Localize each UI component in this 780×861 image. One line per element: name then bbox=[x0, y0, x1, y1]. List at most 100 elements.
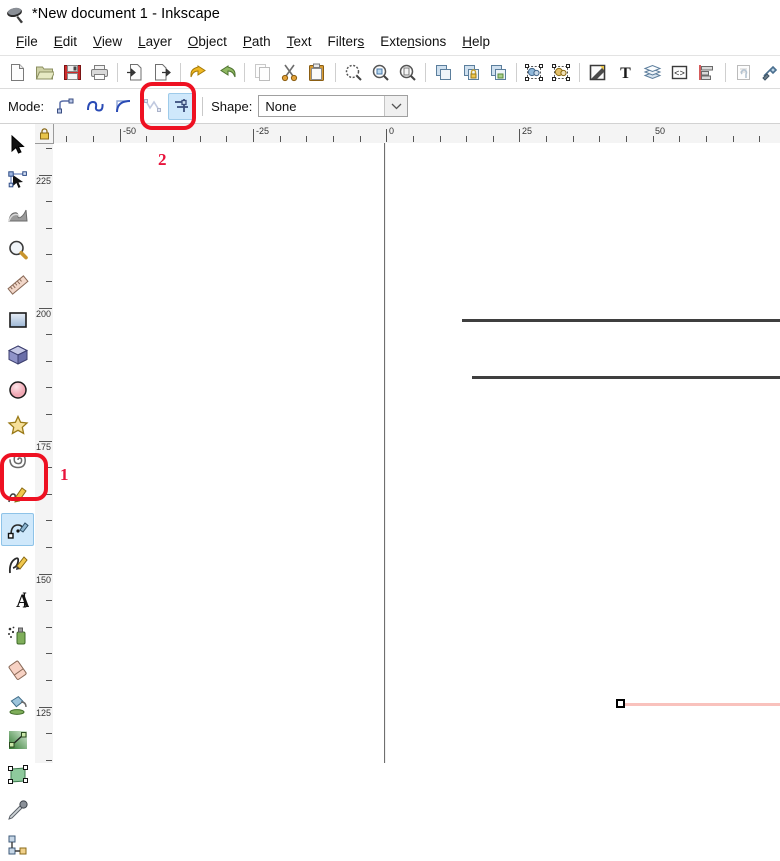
toolbar-separator-2 bbox=[180, 62, 182, 82]
text-properties-icon[interactable]: T bbox=[613, 58, 638, 86]
ungroup-icon[interactable] bbox=[549, 58, 574, 86]
measure-tool[interactable] bbox=[1, 268, 34, 301]
dropper-tool[interactable] bbox=[1, 793, 34, 826]
shape-dropdown[interactable]: None bbox=[258, 95, 409, 117]
ruler-tick bbox=[46, 653, 52, 654]
drawing-canvas[interactable] bbox=[53, 143, 780, 763]
ellipse-tool[interactable] bbox=[1, 373, 34, 406]
menu-edit[interactable]: Edit bbox=[46, 32, 85, 51]
selector-tool[interactable] bbox=[1, 128, 34, 161]
ruler-tick bbox=[280, 136, 281, 142]
vruler-label-3: 150 bbox=[36, 575, 52, 585]
layers-icon[interactable] bbox=[640, 58, 665, 86]
copy-icon[interactable] bbox=[250, 58, 275, 86]
menu-object-rest: bject bbox=[198, 34, 227, 49]
ruler-tick bbox=[679, 136, 680, 142]
text-tool[interactable]: A bbox=[1, 583, 34, 616]
print-document-icon[interactable] bbox=[87, 58, 112, 86]
svg-text:<>: <> bbox=[674, 69, 685, 79]
ruler-tick-major bbox=[519, 129, 520, 142]
bezier-pen-tool[interactable] bbox=[1, 513, 34, 546]
star-tool[interactable] bbox=[1, 408, 34, 441]
ruler-tick bbox=[599, 136, 600, 142]
ruler-tick bbox=[173, 136, 174, 142]
horizontal-ruler[interactable]: -50 -25 0 25 50 bbox=[35, 124, 780, 144]
tweak-tool[interactable] bbox=[1, 198, 34, 231]
xml-editor-icon[interactable]: <> bbox=[667, 58, 692, 86]
menu-layer[interactable]: Layer bbox=[130, 32, 180, 51]
paint-bucket-tool[interactable] bbox=[1, 688, 34, 721]
preferences-icon[interactable] bbox=[758, 58, 780, 86]
ruler-tick bbox=[466, 136, 467, 142]
group-icon[interactable] bbox=[522, 58, 547, 86]
menu-filters[interactable]: Filters bbox=[319, 32, 372, 51]
spiro-path-mode-icon[interactable] bbox=[81, 93, 108, 120]
drawn-line-1[interactable] bbox=[462, 319, 780, 322]
chevron-down-icon[interactable] bbox=[384, 96, 408, 116]
node-tool[interactable] bbox=[1, 163, 34, 196]
calligraphy-tool[interactable] bbox=[1, 548, 34, 581]
align-distribute-icon[interactable] bbox=[694, 58, 719, 86]
menu-view[interactable]: View bbox=[85, 32, 130, 51]
mode-separator bbox=[202, 96, 204, 116]
paste-icon[interactable] bbox=[304, 58, 329, 86]
ruler-tick bbox=[46, 547, 52, 548]
new-document-icon[interactable] bbox=[5, 58, 30, 86]
zoom-drawing-icon[interactable] bbox=[368, 58, 393, 86]
box3d-tool[interactable] bbox=[1, 338, 34, 371]
undo-icon[interactable] bbox=[186, 58, 211, 86]
redo-icon[interactable] bbox=[214, 58, 239, 86]
open-document-icon[interactable] bbox=[32, 58, 57, 86]
spray-tool[interactable] bbox=[1, 618, 34, 651]
fill-stroke-icon[interactable] bbox=[585, 58, 610, 86]
export-icon[interactable] bbox=[150, 58, 175, 86]
ruler-tick bbox=[46, 387, 52, 388]
command-toolbar: T <> bbox=[0, 56, 780, 89]
spiral-tool[interactable] bbox=[1, 443, 34, 476]
menu-text[interactable]: Text bbox=[279, 32, 320, 51]
ruler-tick bbox=[46, 733, 52, 734]
straight-line-mode-icon[interactable] bbox=[139, 93, 166, 120]
svg-text:T: T bbox=[620, 65, 631, 82]
unlink-clone-icon[interactable] bbox=[486, 58, 511, 86]
zoom-tool[interactable] bbox=[1, 233, 34, 266]
ruler-tick bbox=[46, 334, 52, 335]
menu-object[interactable]: Object bbox=[180, 32, 235, 51]
gradient-tool[interactable] bbox=[1, 723, 34, 756]
zoom-page-icon[interactable] bbox=[395, 58, 420, 86]
document-properties-icon[interactable] bbox=[731, 58, 756, 86]
annotation-number-2: 2 bbox=[158, 150, 167, 169]
toolbar-separator-3 bbox=[243, 62, 245, 82]
ruler-tick bbox=[46, 281, 52, 282]
connector-tool[interactable] bbox=[1, 828, 34, 861]
pencil-tool[interactable] bbox=[1, 478, 34, 511]
cut-icon[interactable] bbox=[277, 58, 302, 86]
mode-label: Mode: bbox=[8, 98, 45, 114]
rectangle-tool[interactable] bbox=[1, 303, 34, 336]
regular-bezier-mode-icon[interactable] bbox=[52, 93, 79, 120]
paraxial-line-mode-icon[interactable] bbox=[168, 92, 196, 120]
clone-icon[interactable] bbox=[458, 58, 483, 86]
path-anchor-node[interactable] bbox=[616, 699, 625, 708]
ruler-lock-icon[interactable] bbox=[35, 124, 54, 144]
ruler-tick bbox=[493, 136, 494, 142]
page-shadow bbox=[385, 143, 386, 763]
eraser-tool[interactable] bbox=[1, 653, 34, 686]
ruler-tick bbox=[46, 228, 52, 229]
ruler-tick-major bbox=[253, 129, 254, 142]
menu-extensions[interactable]: Extensions bbox=[372, 32, 454, 51]
duplicate-icon[interactable] bbox=[431, 58, 456, 86]
import-icon[interactable] bbox=[123, 58, 148, 86]
menu-file[interactable]: File bbox=[8, 32, 46, 51]
bspline-path-mode-icon[interactable] bbox=[110, 93, 137, 120]
toolbar-separator-1 bbox=[117, 62, 118, 82]
vertical-ruler[interactable]: 225 200 175 150 125 bbox=[35, 143, 54, 763]
drawn-line-2[interactable] bbox=[472, 376, 780, 379]
toolbar-separator-4 bbox=[334, 62, 336, 82]
toolbar-separator-7 bbox=[579, 62, 581, 82]
menu-path[interactable]: Path bbox=[235, 32, 279, 51]
zoom-selection-icon[interactable] bbox=[340, 58, 365, 86]
save-document-icon[interactable] bbox=[60, 58, 85, 86]
ruler-tick bbox=[413, 136, 414, 142]
menu-help[interactable]: Help bbox=[454, 32, 498, 51]
